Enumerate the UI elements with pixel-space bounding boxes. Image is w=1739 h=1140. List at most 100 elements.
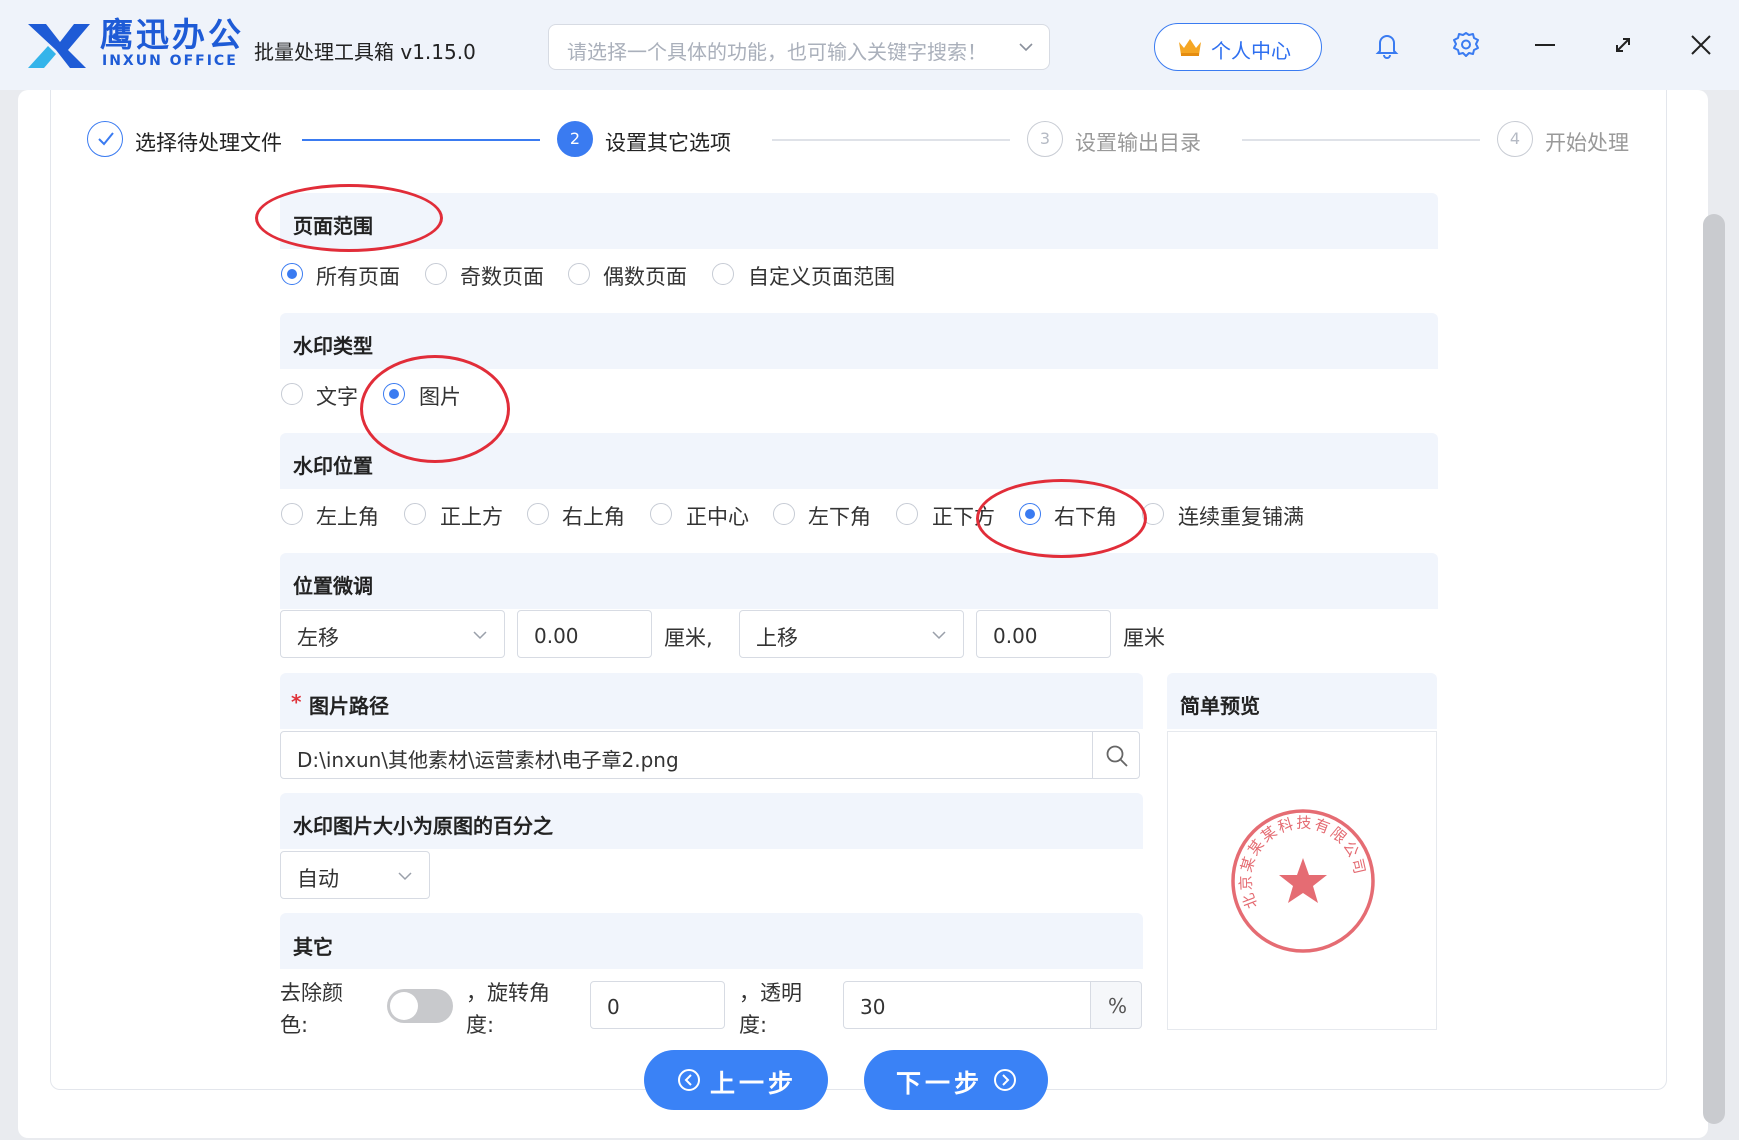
user-center-button[interactable]: 个人中心 (1154, 23, 1322, 71)
radio-pos-center[interactable] (650, 503, 672, 525)
radio-custom-range-label[interactable]: 自定义页面范围 (748, 261, 895, 291)
app-title: 批量处理工具箱 v1.15.0 (254, 40, 476, 64)
rotate-angle-value: 0 (607, 995, 620, 1019)
image-size-value: 自动 (297, 867, 339, 891)
vertical-offset-input[interactable]: 0.00 (976, 610, 1111, 658)
image-path-input[interactable]: D:\inxun\其他素材\运营素材\电子章2.png (280, 731, 1093, 779)
image-path-title: 图片路径 (309, 694, 389, 718)
search-placeholder: 请选择一个具体的功能，也可输入关键字搜索！ (567, 40, 987, 64)
page-range-section (280, 193, 1438, 249)
remove-color-toggle[interactable] (387, 989, 453, 1023)
rotate-label-line2: 度: (466, 1013, 495, 1037)
fine-tune-section (280, 553, 1438, 609)
radio-pos-center-label[interactable]: 正中心 (686, 501, 749, 531)
image-size-title: 水印图片大小为原图的百分之 (293, 814, 553, 838)
logo-text-cn: 鹰迅办公 (100, 15, 244, 54)
vertical-offset-value: 0.00 (993, 624, 1038, 648)
highlight-ring-page-range (255, 184, 443, 252)
radio-custom-range[interactable] (712, 263, 734, 285)
company-seal-image: 北京某某某科技有限公司 (1231, 809, 1375, 953)
radio-even-pages[interactable] (568, 263, 590, 285)
radio-pos-top-right[interactable] (527, 503, 549, 525)
step-connector-2 (772, 139, 1010, 141)
step-2-label: 设置其它选项 (605, 131, 731, 155)
rotate-angle-input[interactable]: 0 (590, 981, 725, 1029)
gear-icon[interactable] (1451, 30, 1481, 60)
radio-pos-top-left[interactable] (281, 503, 303, 525)
radio-pos-top-left-label[interactable]: 左上角 (316, 501, 379, 531)
opacity-unit-addon: % (1090, 981, 1142, 1029)
horizontal-offset-value: 0.00 (534, 624, 579, 648)
inxun-logo-icon (28, 24, 90, 68)
radio-pos-top-center-label[interactable]: 正上方 (440, 501, 503, 531)
required-mark: * (291, 690, 302, 714)
vertical-direction-select[interactable]: 上移 (739, 610, 964, 658)
step-connector-1 (302, 139, 540, 141)
horizontal-offset-input[interactable]: 0.00 (517, 610, 652, 658)
step-3-label: 设置输出目录 (1075, 131, 1201, 155)
browse-image-button[interactable] (1092, 731, 1140, 779)
radio-pos-bottom-left[interactable] (773, 503, 795, 525)
radio-pos-top-right-label[interactable]: 右上角 (562, 501, 625, 531)
remove-color-label-line1: 去除颜 (280, 981, 343, 1005)
vertical-unit-label: 厘米 (1123, 626, 1165, 650)
image-path-section (280, 673, 1143, 729)
step-4-label: 开始处理 (1545, 131, 1629, 155)
rotate-label-line1: ，旋转角 (466, 981, 550, 1005)
step-connector-3 (1242, 139, 1480, 141)
radio-pos-tile-label[interactable]: 连续重复铺满 (1178, 501, 1304, 531)
crown-icon (1179, 39, 1201, 56)
chevron-down-icon (1019, 43, 1033, 52)
preview-box: 北京某某某科技有限公司 (1167, 731, 1437, 1030)
radio-all-pages-label[interactable]: 所有页面 (316, 261, 400, 291)
previous-step-label: 上一步 (710, 1069, 798, 1098)
step-4-number: 4 (1497, 121, 1533, 157)
close-icon[interactable] (1686, 30, 1716, 60)
radio-type-text[interactable] (281, 383, 303, 405)
highlight-ring-bottom-right (976, 479, 1147, 558)
opacity-input[interactable]: 30 (843, 981, 1091, 1029)
radio-odd-pages[interactable] (425, 263, 447, 285)
radio-even-pages-label[interactable]: 偶数页面 (603, 261, 687, 291)
vertical-direction-value: 上移 (756, 626, 798, 650)
horizontal-direction-select[interactable]: 左移 (280, 610, 505, 658)
next-step-button[interactable]: 下一步 (864, 1050, 1048, 1110)
logo-text-en: INXUN OFFICE (102, 53, 238, 69)
function-search-combobox[interactable]: 请选择一个具体的功能，也可输入关键字搜索！ (548, 24, 1050, 70)
remove-color-label-line2: 色: (280, 1013, 309, 1037)
arrow-left-circle-icon (678, 1069, 700, 1091)
minimize-icon[interactable] (1530, 30, 1560, 60)
bell-icon[interactable] (1372, 30, 1402, 60)
search-icon (1106, 745, 1128, 767)
image-size-select[interactable]: 自动 (280, 851, 430, 899)
step-3-number: 3 (1027, 121, 1063, 157)
maximize-icon[interactable] (1608, 30, 1638, 60)
step-2-number: 2 (557, 121, 593, 157)
fine-tune-title: 位置微调 (293, 574, 373, 598)
radio-pos-bottom-left-label[interactable]: 左下角 (808, 501, 871, 531)
watermark-type-title: 水印类型 (293, 334, 373, 358)
chevron-down-icon (932, 631, 946, 640)
highlight-ring-image-type (360, 355, 510, 463)
step-1-check-icon (87, 121, 123, 157)
radio-pos-bottom-center[interactable] (896, 503, 918, 525)
chevron-down-icon (398, 872, 412, 881)
radio-all-pages[interactable] (281, 263, 303, 285)
user-center-label: 个人中心 (1211, 39, 1291, 63)
horizontal-direction-value: 左移 (297, 626, 339, 650)
opacity-unit: % (1108, 994, 1128, 1018)
watermark-position-title: 水印位置 (293, 454, 373, 478)
previous-step-button[interactable]: 上一步 (644, 1050, 828, 1110)
opacity-label-line1: ，透明 (739, 981, 802, 1005)
image-path-value: D:\inxun\其他素材\运营素材\电子章2.png (297, 748, 679, 772)
chevron-down-icon (473, 631, 487, 640)
radio-type-text-label[interactable]: 文字 (316, 381, 358, 411)
preview-title: 简单预览 (1180, 694, 1260, 718)
radio-pos-top-center[interactable] (404, 503, 426, 525)
title-bar: 鹰迅办公 INXUN OFFICE 批量处理工具箱 v1.15.0 请选择一个具… (0, 0, 1739, 90)
radio-odd-pages-label[interactable]: 奇数页面 (460, 261, 544, 291)
other-title: 其它 (293, 935, 333, 959)
opacity-value: 30 (860, 995, 886, 1019)
vertical-scrollbar[interactable] (1703, 214, 1725, 1124)
opacity-label-line2: 度: (739, 1013, 768, 1037)
